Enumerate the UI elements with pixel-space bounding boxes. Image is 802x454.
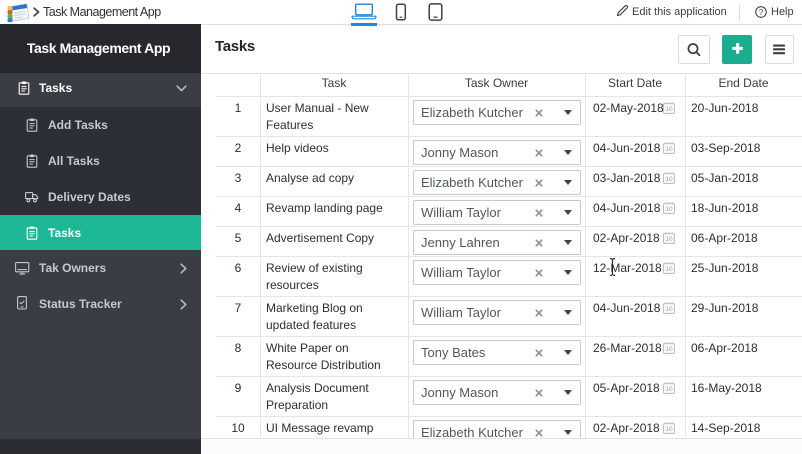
svg-text:10: 10 <box>665 386 673 393</box>
svg-text:10: 10 <box>665 266 673 273</box>
svg-text:10: 10 <box>665 146 673 153</box>
svg-text:10: 10 <box>665 426 673 433</box>
svg-text:?: ? <box>759 8 764 17</box>
svg-text:10: 10 <box>665 346 673 353</box>
svg-text:10: 10 <box>665 206 673 213</box>
svg-text:10: 10 <box>665 106 673 113</box>
svg-text:10: 10 <box>665 236 673 243</box>
svg-text:10: 10 <box>665 306 673 313</box>
svg-text:10: 10 <box>665 176 673 183</box>
